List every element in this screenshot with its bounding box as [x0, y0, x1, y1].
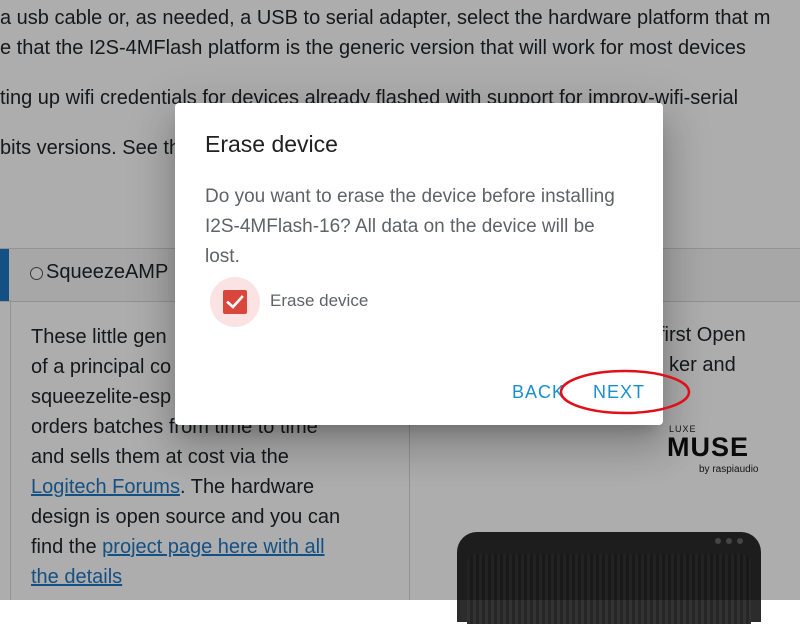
checkmark-icon [226, 295, 244, 309]
erase-device-checkbox-label[interactable]: Erase device [270, 291, 368, 311]
erase-device-dialog: Erase device Do you want to erase the de… [175, 103, 663, 425]
dialog-message: Do you want to erase the device before i… [205, 186, 615, 267]
dialog-title: Erase device [205, 131, 338, 157]
next-button[interactable]: NEXT [593, 382, 645, 403]
erase-device-checkbox[interactable] [223, 290, 247, 314]
back-button[interactable]: BACK [512, 382, 565, 403]
